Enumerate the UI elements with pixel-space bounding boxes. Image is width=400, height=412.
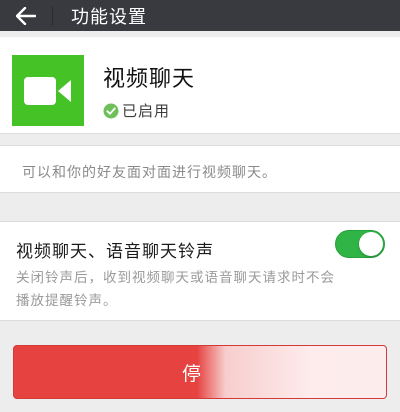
stop-using-button[interactable]: 停 bbox=[13, 345, 387, 399]
feature-card: 视频聊天 已启用 bbox=[0, 37, 400, 134]
watermark-overlay bbox=[197, 346, 386, 398]
ringtone-title: 视频聊天、语音聊天铃声 bbox=[16, 242, 214, 262]
top-bar: 功能设置 bbox=[0, 0, 400, 31]
feature-name: 视频聊天 bbox=[103, 67, 196, 92]
topbar-divider bbox=[52, 5, 53, 26]
check-circle-icon bbox=[103, 103, 119, 118]
page-title: 功能设置 bbox=[71, 6, 147, 28]
feature-status: 已启用 bbox=[103, 100, 170, 121]
description-text: 可以和你的好友面对面进行视频聊天。 bbox=[22, 165, 277, 181]
toggle-knob bbox=[359, 232, 383, 256]
back-button[interactable] bbox=[4, 0, 48, 31]
ringtone-toggle[interactable] bbox=[335, 230, 385, 258]
description-card: 可以和你的好友面对面进行视频聊天。 bbox=[0, 145, 400, 193]
ringtone-description: 关闭铃声后，收到视频聊天或语音聊天请求时不会播放提醒铃声。 bbox=[16, 270, 335, 309]
feature-icon-tile bbox=[12, 55, 84, 126]
status-text: 已启用 bbox=[122, 102, 171, 120]
arrow-left-icon bbox=[16, 6, 36, 25]
video-camera-icon bbox=[24, 76, 71, 105]
